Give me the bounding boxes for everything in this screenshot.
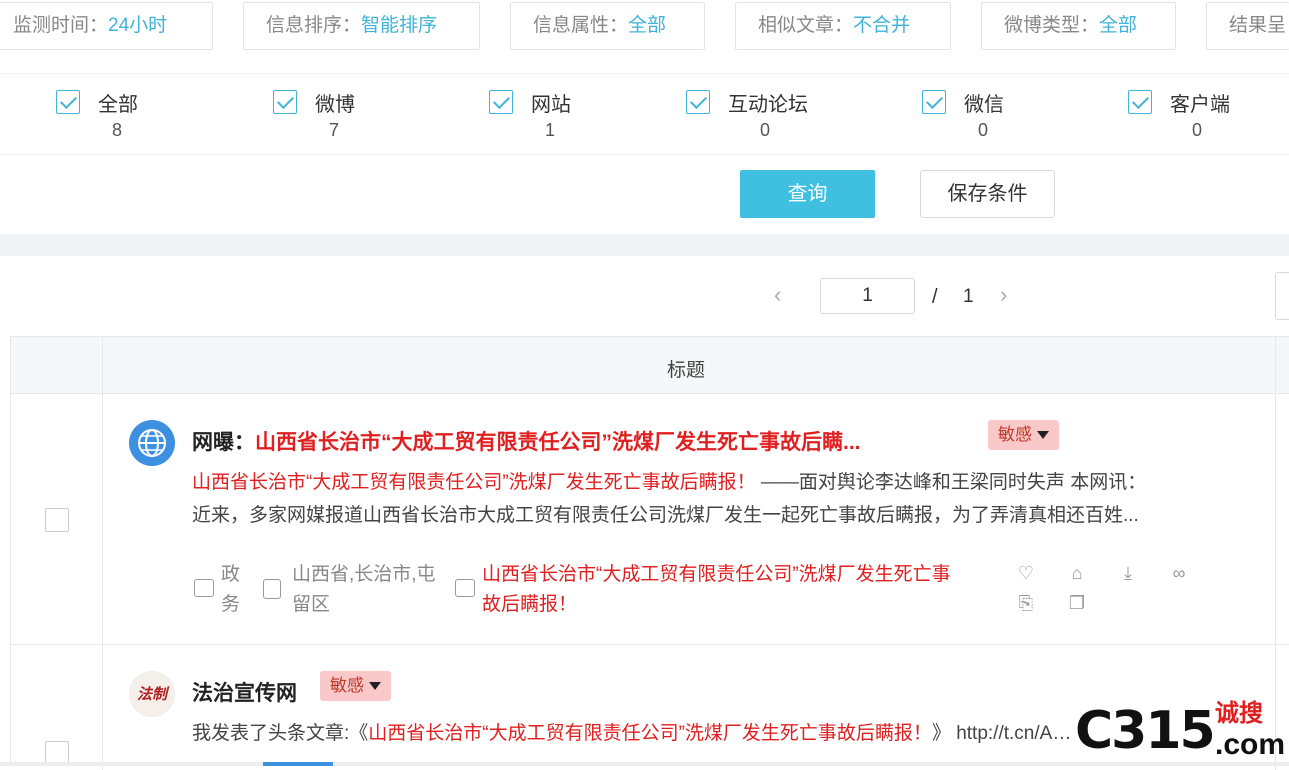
source-type-bar: 全部 8 微博 7 网站 1 互动论坛 0 微信 0 客户端 0 (0, 74, 1289, 155)
checkbox-checked[interactable] (1128, 90, 1152, 114)
chevron-right-icon[interactable]: › (1000, 282, 1007, 308)
save-conditions-button[interactable]: 保存条件 (920, 170, 1055, 218)
globe-icon (129, 420, 175, 466)
keyword-icon (455, 579, 475, 597)
checkbox-checked[interactable] (489, 90, 513, 114)
checkbox-checked[interactable] (686, 90, 710, 114)
article-title[interactable]: 法治宣传网 (192, 677, 297, 707)
filter-sort[interactable]: 信息排序：智能排序 (243, 2, 480, 50)
table-row: 网曝：山西省长治市“大成工贸有限责任公司”洗煤厂发生死亡事故后瞒... 敏感 山… (11, 394, 1289, 645)
badge-label: 敏感 (330, 676, 364, 695)
source-type-name: 互动论坛 (728, 94, 808, 116)
sensitive-badge[interactable]: 敏感 (988, 420, 1059, 450)
source-type-name: 微博 (315, 94, 355, 116)
column-divider (102, 645, 103, 770)
badge-label: 敏感 (998, 425, 1032, 444)
filter-similar[interactable]: 相似文章：不合并 (735, 2, 951, 50)
article-keyword: 山西省长治市“大成工贸有限责任公司”洗煤厂发生死亡事故后瞒报！ (482, 564, 951, 615)
source-type-name: 全部 (98, 94, 138, 116)
source-type-name: 微信 (964, 94, 1004, 116)
summary-text: 》 http://t.cn/A6x6pJS (931, 723, 1072, 744)
article-source: 法治宣传网 (192, 682, 297, 705)
summary-highlight: 山西省长治市“大成工贸有限责任公司”洗煤厂发生死亡事故后瞒报！ (368, 723, 932, 744)
filter-weibo-type[interactable]: 微博类型：全部 (981, 2, 1176, 50)
source-type-name: 网站 (531, 94, 571, 116)
table-header: 标题 (11, 336, 1289, 395)
checkbox-checked[interactable] (56, 90, 80, 114)
article-summary: 我发表了头条文章:《山西省长治市“大成工贸有限责任公司”洗煤厂发生死亡事故后瞒报… (192, 717, 1072, 750)
filter-label: 信息排序： (266, 15, 362, 36)
filter-label: 相似文章： (758, 15, 854, 36)
filter-value: 全部 (1099, 15, 1138, 36)
watermark-text: C315 (1075, 701, 1216, 761)
filter-monitor-time[interactable]: 监测时间：24小时 (0, 2, 213, 50)
filter-label: 微博类型： (1004, 15, 1100, 36)
source-type-count: 1 (545, 120, 556, 140)
column-divider (1275, 337, 1276, 395)
copy-icon[interactable]: ❐ (1066, 592, 1088, 614)
query-button[interactable]: 查询 (740, 170, 875, 218)
briefcase-icon (194, 579, 214, 597)
caret-down-icon (1037, 430, 1049, 439)
summary-text: 我发表了头条文章:《 (192, 723, 369, 744)
source-type-count: 0 (1192, 120, 1203, 140)
summary-text: 近来，多家网媒报道山西省长治市大成工贸有限责任公司洗煤厂发生一起死亡事故后瞒报，… (192, 505, 1139, 526)
pagination: ‹ / 1 › (0, 256, 1289, 336)
checkbox-checked[interactable] (922, 90, 946, 114)
filter-value: 智能排序 (361, 15, 438, 36)
summary-highlight: 山西省长治市“大成工贸有限责任公司”洗煤厂发生死亡事故后瞒报！ (192, 472, 756, 493)
sensitive-badge[interactable]: 敏感 (320, 671, 391, 701)
article-category: 政务 (221, 564, 241, 615)
article-source: 网曝： (192, 431, 255, 454)
page-total: 1 (963, 286, 974, 307)
report-icon[interactable]: ⎘ (1015, 592, 1037, 614)
article-summary: 山西省长治市“大成工贸有限责任公司”洗煤厂发生死亡事故后瞒报！ ——面对舆论李达… (192, 466, 1242, 532)
source-type-count: 0 (978, 120, 989, 140)
filter-label: 信息属性： (533, 15, 629, 36)
heart-icon[interactable]: ♡ (1015, 562, 1037, 584)
section-divider (0, 234, 1289, 256)
article-title[interactable]: 网曝：山西省长治市“大成工贸有限责任公司”洗煤厂发生死亡事故后瞒... (192, 426, 861, 456)
filter-result-display[interactable]: 结果呈 (1206, 2, 1289, 50)
column-divider (102, 337, 103, 395)
filter-bar: 监测时间：24小时 信息排序：智能排序 信息属性：全部 相似文章：不合并 微博类… (0, 0, 1289, 74)
caret-down-icon (369, 681, 381, 690)
column-divider (102, 394, 103, 644)
source-type-name: 客户端 (1170, 94, 1230, 116)
link-icon[interactable]: ∞ (1168, 562, 1190, 584)
filter-value: 不合并 (853, 15, 911, 36)
location-doc-icon (263, 579, 281, 599)
filter-label: 结果呈 (1229, 15, 1287, 36)
column-header-title: 标题 (667, 360, 706, 381)
watermark-domain: .com (1215, 728, 1286, 761)
filter-value: 全部 (628, 15, 667, 36)
source-type-count: 8 (112, 120, 123, 140)
source-logo-icon: 法制 (129, 671, 175, 717)
source-type-count: 0 (760, 120, 771, 140)
source-type-count: 7 (329, 120, 340, 140)
article-title-text[interactable]: 山西省长治市“大成工贸有限责任公司”洗煤厂发生死亡事故后瞒... (255, 431, 861, 454)
filter-attribute[interactable]: 信息属性：全部 (510, 2, 705, 50)
watermark-cn: 诚搜 (1215, 700, 1263, 727)
column-divider (1275, 394, 1276, 644)
filter-value: 24小时 (108, 15, 168, 36)
download-icon[interactable]: ⤓ (1117, 562, 1139, 584)
article-location: 山西省,长治市,屯留区 (292, 564, 436, 615)
page-size-select[interactable] (1275, 272, 1289, 320)
row-checkbox[interactable] (45, 508, 69, 532)
page-number-input[interactable] (820, 278, 915, 314)
page-separator: / (932, 286, 938, 308)
horizontal-scroll-thumb[interactable] (263, 762, 333, 766)
tag-icon[interactable]: ⌂ (1066, 562, 1088, 584)
watermark-logo: C315 诚搜 .com (1075, 700, 1289, 766)
chevron-left-icon[interactable]: ‹ (774, 282, 781, 308)
checkbox-checked[interactable] (273, 90, 297, 114)
summary-text: ——面对舆论李达峰和王梁同时失声 本网讯： (755, 472, 1147, 493)
filter-label: 监测时间： (13, 15, 109, 36)
